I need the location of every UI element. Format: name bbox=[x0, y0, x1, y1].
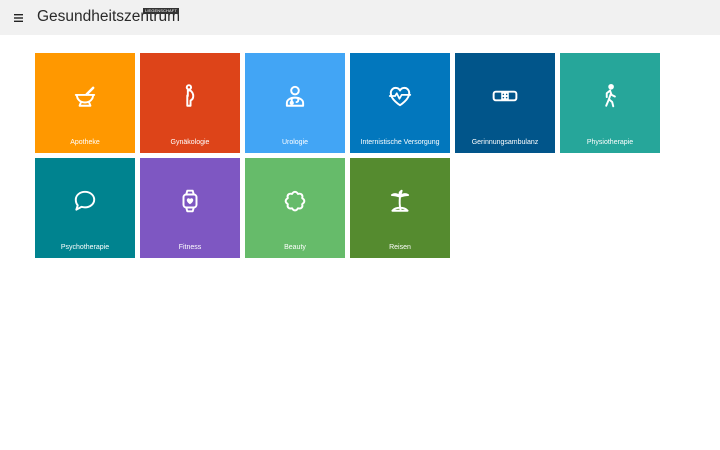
tile-label: Internistische Versorgung bbox=[360, 139, 440, 146]
doctor-icon bbox=[282, 83, 308, 109]
tile-urologie[interactable]: Urologie bbox=[245, 53, 345, 153]
hamburger-menu-icon[interactable] bbox=[9, 9, 27, 27]
tile-label: Psychotherapie bbox=[60, 244, 110, 251]
tile-psychotherapie[interactable]: Psychotherapie bbox=[35, 158, 135, 258]
tile-label: Gerinnungsambulanz bbox=[471, 139, 539, 146]
mortar-pestle-icon bbox=[72, 83, 98, 109]
smartwatch-heart-icon bbox=[177, 188, 203, 214]
tile-physiotherapie[interactable]: Physiotherapie bbox=[560, 53, 660, 153]
tile-label: Physiotherapie bbox=[586, 139, 634, 146]
heartbeat-icon bbox=[387, 83, 413, 109]
tile-label: Gynäkologie bbox=[170, 139, 210, 146]
tile-gynaekologie[interactable]: Gynäkologie bbox=[140, 53, 240, 153]
top-app-bar: Gesundheitszentrum LIEGENSCHAFT bbox=[0, 0, 720, 35]
tile-label: Fitness bbox=[178, 244, 202, 251]
pregnant-woman-icon bbox=[177, 83, 203, 109]
tile-internistische-versorgung[interactable]: Internistische Versorgung bbox=[350, 53, 450, 153]
tile-apotheke[interactable]: Apotheke bbox=[35, 53, 135, 153]
tile-reisen[interactable]: Reisen bbox=[350, 158, 450, 258]
flower-icon bbox=[282, 188, 308, 214]
tile-gerinnungsambulanz[interactable]: Gerinnungsambulanz bbox=[455, 53, 555, 153]
walking-person-icon bbox=[597, 83, 623, 109]
tile-beauty[interactable]: Beauty bbox=[245, 158, 345, 258]
tile-label: Beauty bbox=[284, 244, 306, 251]
palm-island-icon bbox=[387, 188, 413, 214]
bandage-icon bbox=[492, 83, 518, 109]
tile-label: Apotheke bbox=[70, 139, 100, 146]
tile-fitness[interactable]: Fitness bbox=[140, 158, 240, 258]
tile-label: Urologie bbox=[281, 139, 309, 146]
tile-label: Reisen bbox=[389, 244, 411, 251]
demo-badge: LIEGENSCHAFT bbox=[143, 8, 179, 14]
speech-bubble-icon bbox=[72, 188, 98, 214]
